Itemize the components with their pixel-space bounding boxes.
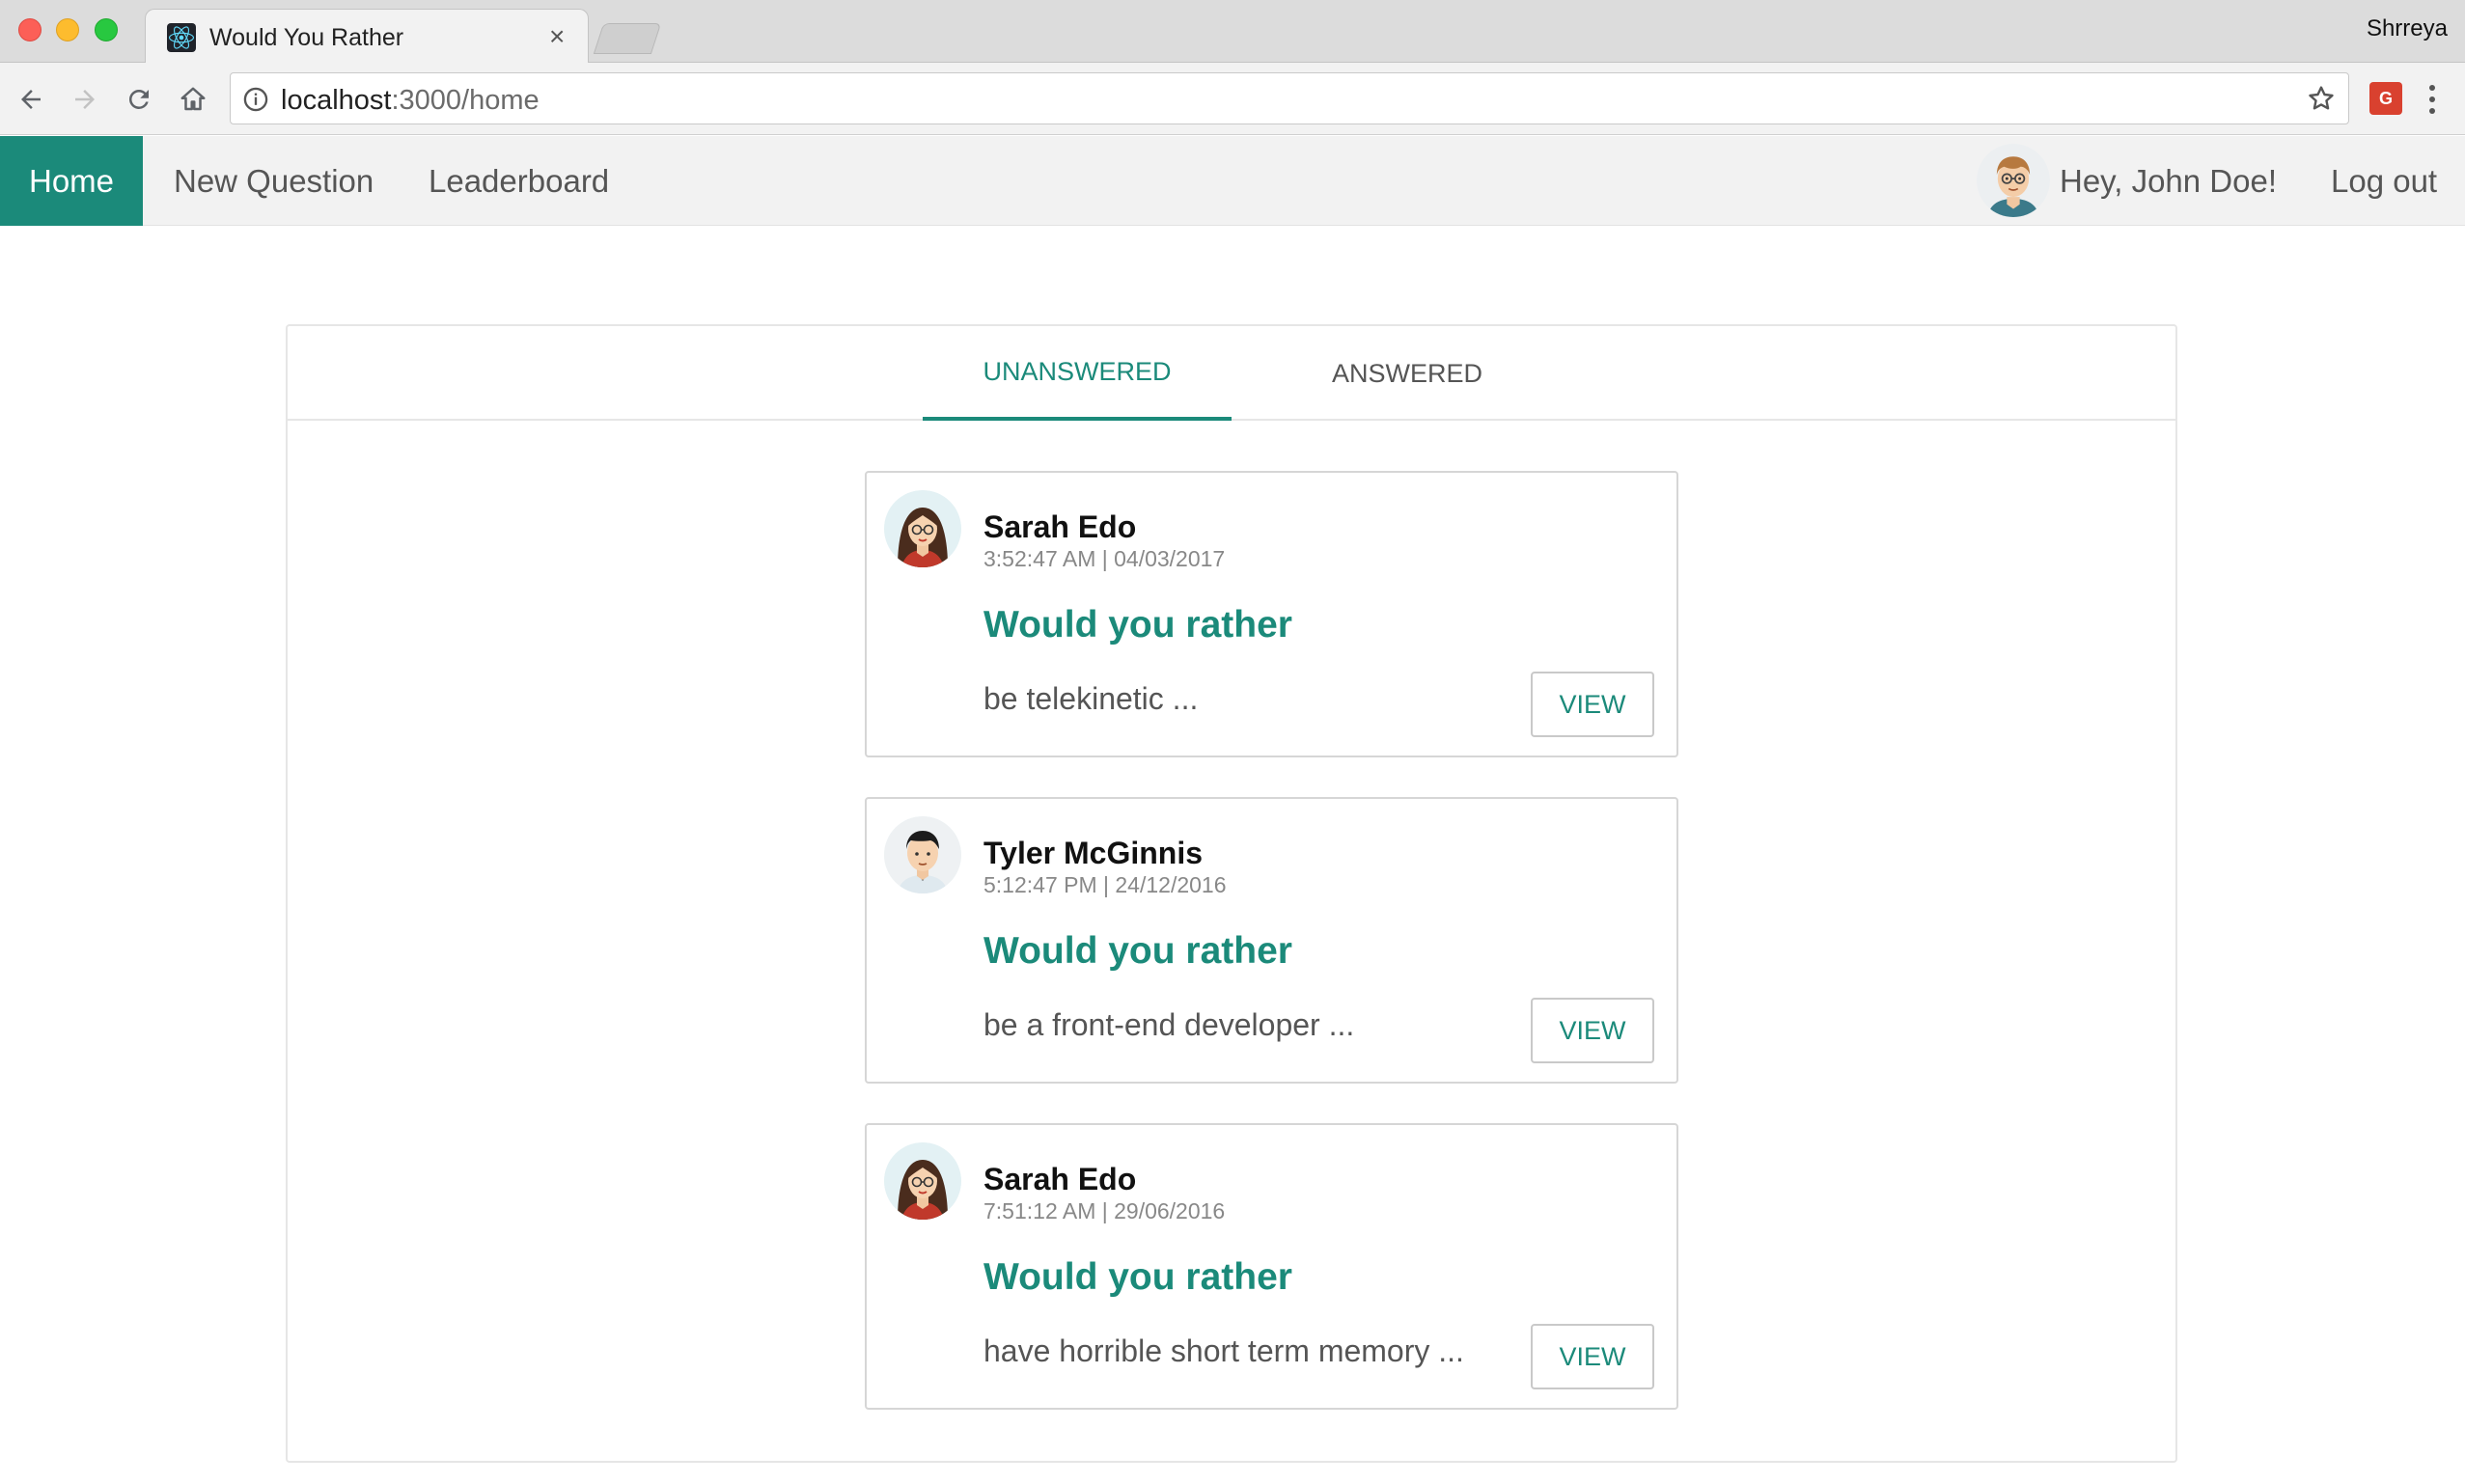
browser-titlebar: Would You Rather × Shrreya	[0, 0, 2465, 64]
user-avatar	[1977, 144, 2050, 217]
url-host: localhost	[281, 85, 392, 116]
app-navbar: Home New Question Leaderboard Hey, John …	[0, 136, 2465, 226]
browser-profile-name[interactable]: Shrreya	[2367, 15, 2448, 42]
nav-leaderboard[interactable]: Leaderboard	[429, 136, 609, 226]
question-timestamp: 7:51:12 AM | 29/06/2016	[983, 1198, 1226, 1223]
address-bar[interactable]: localhost:3000/home	[230, 72, 2349, 124]
question-heading: Would you rather	[983, 1256, 1292, 1298]
question-card: Sarah Edo 3:52:47 AM | 04/03/2017 Would …	[865, 471, 1678, 757]
nav-new-question[interactable]: New Question	[174, 136, 374, 226]
tab-unanswered[interactable]: UNANSWERED	[923, 326, 1232, 421]
question-option-preview: be telekinetic ...	[983, 681, 1199, 716]
tab-title: Would You Rather	[209, 24, 404, 51]
question-option-preview: be a front-end developer ...	[983, 1007, 1355, 1042]
john-doe-avatar-icon	[1977, 144, 2050, 217]
female-avatar-icon	[884, 1142, 961, 1220]
question-timestamp: 5:12:47 PM | 24/12/2016	[983, 872, 1227, 897]
url-text: localhost:3000/home	[281, 85, 540, 117]
browser-toolbar: localhost:3000/home G	[0, 63, 2465, 135]
male-avatar-icon	[884, 816, 961, 893]
new-tab-button[interactable]	[593, 23, 662, 54]
extension-icon[interactable]: G	[2369, 82, 2402, 115]
author-avatar	[884, 1142, 961, 1220]
question-tabs: UNANSWERED ANSWERED	[288, 326, 2175, 421]
maximize-window-button[interactable]	[95, 18, 118, 41]
author-name: Sarah Edo	[983, 509, 1137, 544]
browser-menu-icon[interactable]	[2423, 80, 2442, 119]
question-card: Sarah Edo 7:51:12 AM | 29/06/2016 Would …	[865, 1123, 1678, 1410]
react-favicon-icon	[167, 23, 196, 52]
author-name: Sarah Edo	[983, 1162, 1137, 1196]
question-option-preview: have horrible short term memory ...	[983, 1333, 1464, 1368]
question-timestamp: 3:52:47 AM | 04/03/2017	[983, 546, 1226, 571]
female-avatar-icon	[884, 490, 961, 567]
nav-logout[interactable]: Log out	[2331, 136, 2437, 226]
question-heading: Would you rather	[983, 930, 1292, 972]
minimize-window-button[interactable]	[56, 18, 79, 41]
site-info-icon[interactable]	[242, 86, 269, 118]
question-card: Tyler McGinnis 5:12:47 PM | 24/12/2016 W…	[865, 797, 1678, 1084]
view-question-button[interactable]: VIEW	[1531, 1324, 1654, 1389]
close-window-button[interactable]	[18, 18, 42, 41]
questions-panel: UNANSWERED ANSWERED Sarah Edo 3:52:47 AM…	[286, 324, 2177, 1463]
reload-icon[interactable]	[120, 80, 158, 119]
user-greeting: Hey, John Doe!	[2060, 162, 2278, 199]
home-icon[interactable]	[174, 80, 212, 119]
url-path: :3000/home	[391, 85, 540, 116]
question-heading: Would you rather	[983, 604, 1292, 646]
view-question-button[interactable]: VIEW	[1531, 998, 1654, 1063]
author-avatar	[884, 816, 961, 893]
nav-home[interactable]: Home	[0, 136, 143, 226]
tab-answered[interactable]: ANSWERED	[1262, 326, 1552, 421]
author-avatar	[884, 490, 961, 567]
tab-close-icon[interactable]: ×	[549, 21, 565, 52]
back-arrow-icon[interactable]	[12, 80, 50, 119]
author-name: Tyler McGinnis	[983, 836, 1204, 870]
bookmark-star-icon[interactable]	[2306, 83, 2337, 119]
browser-tab[interactable]: Would You Rather ×	[145, 9, 589, 64]
view-question-button[interactable]: VIEW	[1531, 672, 1654, 737]
forward-arrow-icon[interactable]	[66, 80, 104, 119]
